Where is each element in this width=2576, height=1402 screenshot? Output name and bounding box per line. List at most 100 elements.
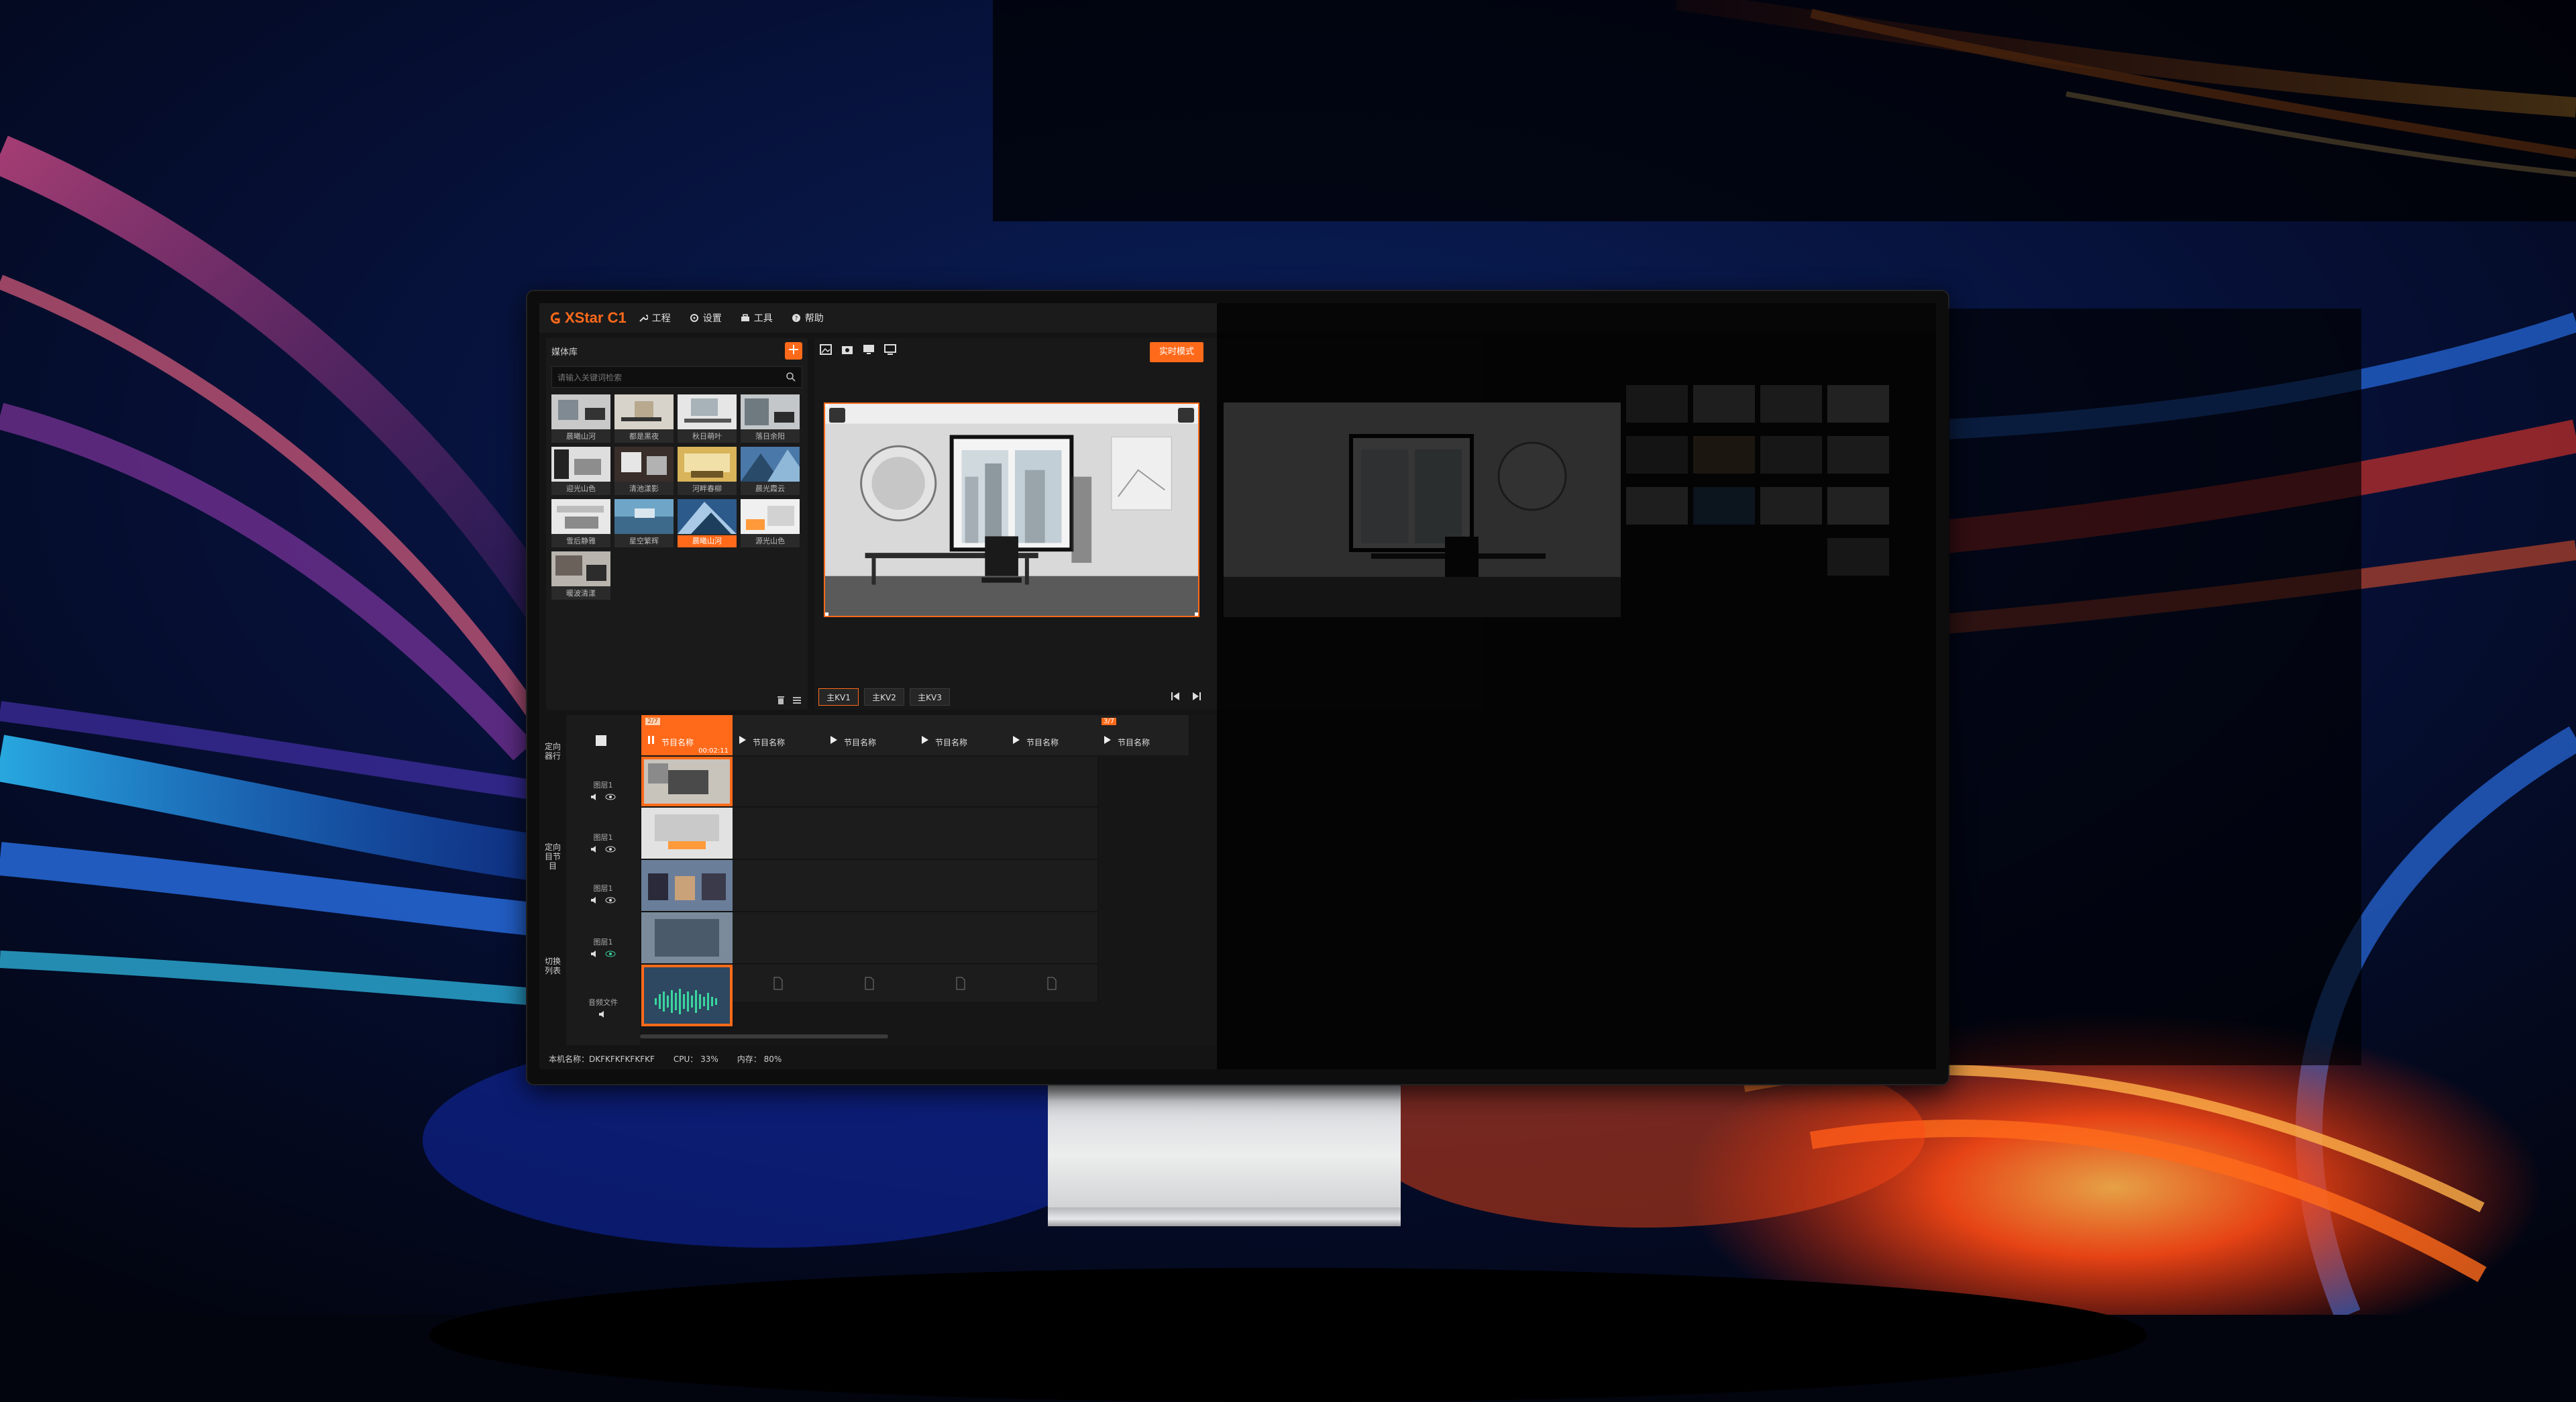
eye-active-icon[interactable] xyxy=(605,950,616,958)
media-search-input[interactable] xyxy=(552,367,773,388)
search-icon[interactable] xyxy=(786,372,796,382)
empty-cell[interactable] xyxy=(1006,757,1098,807)
program-column-header[interactable]: 2/7 节目名称 00:02:11 xyxy=(641,715,733,755)
media-thumb[interactable]: 河畔春柳 xyxy=(678,447,737,495)
empty-cell[interactable] xyxy=(824,912,916,964)
logo-icon xyxy=(550,312,560,324)
speaker-icon[interactable] xyxy=(590,896,600,904)
media-thumb[interactable]: 都是黑夜 xyxy=(614,394,674,443)
clip-cell[interactable] xyxy=(641,860,733,912)
media-thumb[interactable]: 暖波清漾 xyxy=(551,551,610,600)
speaker-icon[interactable] xyxy=(590,793,600,801)
menu-help[interactable]: ? 帮助 xyxy=(792,311,824,325)
skip-back-icon[interactable] xyxy=(1170,691,1181,702)
resize-handle[interactable] xyxy=(825,404,828,407)
empty-cell[interactable] xyxy=(733,912,824,964)
empty-cell[interactable] xyxy=(733,860,824,912)
speaker-icon[interactable] xyxy=(590,845,600,853)
side-tab-program[interactable]: 定向目节目 xyxy=(543,843,562,871)
program-column-header[interactable]: 节目名称 xyxy=(915,715,1007,755)
media-thumb-label: 落日余阳 xyxy=(755,432,785,441)
eye-icon[interactable] xyxy=(605,896,616,904)
side-tab-switch-list[interactable]: 切换列表 xyxy=(543,957,562,975)
audio-clip-cell[interactable] xyxy=(641,965,733,1027)
track-header: 图层1 xyxy=(566,832,640,853)
program-column-header[interactable]: 节目名称 xyxy=(824,715,916,755)
empty-cell[interactable] xyxy=(824,860,916,912)
media-thumb[interactable]: 晨曦山河 xyxy=(551,394,610,443)
play-icon[interactable] xyxy=(829,735,839,745)
clip-cell[interactable] xyxy=(641,757,733,807)
play-icon[interactable] xyxy=(1103,735,1112,745)
media-thumb[interactable]: 源光山色 xyxy=(741,499,800,547)
media-thumb-selected[interactable]: 晨曦山河 xyxy=(678,499,737,547)
clip-cell[interactable] xyxy=(641,808,733,859)
volume-icon[interactable] xyxy=(1178,408,1194,423)
play-icon[interactable] xyxy=(1012,735,1021,745)
media-thumb[interactable]: 星空繁辉 xyxy=(614,499,674,547)
main-preview-canvas[interactable] xyxy=(824,402,1199,617)
media-thumb[interactable]: 雪后静雅 xyxy=(551,499,610,547)
media-thumb[interactable]: 落日余阳 xyxy=(741,394,800,443)
empty-cell[interactable] xyxy=(1006,912,1098,964)
add-clip-cell[interactable] xyxy=(1006,965,1098,1003)
menu-tools[interactable]: 工具 xyxy=(741,311,773,325)
empty-cell[interactable] xyxy=(915,757,1007,807)
speaker-icon[interactable] xyxy=(590,950,600,958)
empty-cell[interactable] xyxy=(915,912,1007,964)
empty-cell[interactable] xyxy=(824,808,916,859)
add-clip-cell[interactable] xyxy=(824,965,916,1003)
add-clip-cell[interactable] xyxy=(733,965,824,1003)
program-column-header[interactable]: 节目名称 xyxy=(733,715,824,755)
display-tool-icon[interactable] xyxy=(883,342,898,357)
stop-button[interactable] xyxy=(596,735,606,746)
add-media-button[interactable]: + xyxy=(785,342,802,360)
document-icon xyxy=(865,977,874,990)
monitor-tool-icon[interactable] xyxy=(861,342,876,357)
media-thumb[interactable]: 迎光山色 xyxy=(551,447,610,495)
list-view-icon[interactable] xyxy=(792,695,802,706)
resize-handle[interactable] xyxy=(825,612,828,616)
media-thumb-label: 源光山色 xyxy=(755,537,785,545)
skip-forward-icon[interactable] xyxy=(1191,691,1202,702)
empty-cell[interactable] xyxy=(915,860,1007,912)
add-clip-cell[interactable] xyxy=(915,965,1007,1003)
thumbnail-image xyxy=(678,447,737,482)
menu-settings[interactable]: 设置 xyxy=(690,311,722,325)
monitor-stand xyxy=(1048,1084,1401,1226)
source-tab-kv1[interactable]: 主KV1 xyxy=(818,688,859,706)
media-thumb[interactable]: 晨光霞云 xyxy=(741,447,800,495)
clip-cell[interactable] xyxy=(641,912,733,964)
menu-project[interactable]: 工程 xyxy=(639,311,671,325)
pause-icon[interactable] xyxy=(647,735,656,745)
eye-icon[interactable] xyxy=(605,793,616,801)
empty-cell[interactable] xyxy=(1006,860,1098,912)
speaker-icon[interactable] xyxy=(598,1010,608,1018)
image-tool-icon[interactable] xyxy=(818,342,833,357)
live-mode-button[interactable]: 实时模式 xyxy=(1150,342,1203,362)
empty-cell[interactable] xyxy=(733,808,824,859)
trash-icon[interactable] xyxy=(775,695,786,706)
empty-cell[interactable] xyxy=(733,757,824,807)
horizontal-scrollbar[interactable] xyxy=(640,1034,888,1038)
program-name: 节目名称 xyxy=(1026,738,1059,747)
play-icon[interactable] xyxy=(920,735,930,745)
media-thumb[interactable]: 清池漾影 xyxy=(614,447,674,495)
thumbnail-image xyxy=(614,447,674,482)
resize-handle[interactable] xyxy=(1195,404,1198,407)
empty-cell[interactable] xyxy=(1006,808,1098,859)
empty-cell[interactable] xyxy=(915,808,1007,859)
thumbnail-image xyxy=(551,499,610,534)
side-tab-director[interactable]: 定向器行 xyxy=(543,742,562,761)
camera-tool-icon[interactable] xyxy=(840,342,855,357)
resize-handle[interactable] xyxy=(1195,612,1198,616)
eye-icon[interactable] xyxy=(605,845,616,853)
play-icon[interactable] xyxy=(738,735,747,745)
media-thumb[interactable]: 秋日萌叶 xyxy=(678,394,737,443)
source-tab-kv3[interactable]: 主KV3 xyxy=(910,688,950,706)
program-name: 节目名称 xyxy=(753,738,786,747)
program-column-header[interactable]: 3/7 节目名称 xyxy=(1097,715,1189,755)
empty-cell[interactable] xyxy=(824,757,916,807)
source-tab-kv2[interactable]: 主KV2 xyxy=(864,688,904,706)
program-column-header[interactable]: 节目名称 xyxy=(1006,715,1098,755)
